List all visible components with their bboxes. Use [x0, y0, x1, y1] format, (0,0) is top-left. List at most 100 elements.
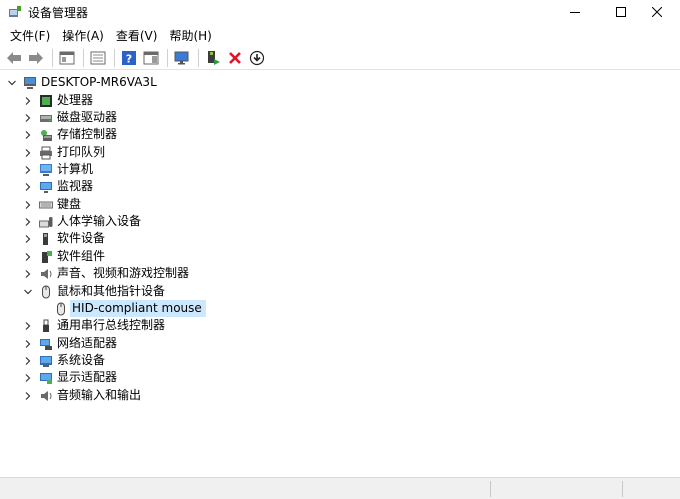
tree-category[interactable]: 软件设备: [22, 230, 105, 247]
minimize-button[interactable]: [552, 0, 598, 24]
category-label: 鼠标和其他指针设备: [57, 284, 166, 298]
category-label: 音频输入和输出: [57, 388, 142, 402]
processor-icon: [39, 94, 53, 108]
toolbar-separator: [198, 48, 199, 67]
mouse-icon: [54, 302, 68, 316]
tree-category[interactable]: 声音、视频和游戏控制器: [22, 265, 189, 282]
system-device-icon: [39, 354, 53, 368]
printer-icon: [39, 146, 53, 160]
software-device-icon: [39, 232, 53, 246]
window-title: 设备管理器: [28, 6, 89, 20]
category-label: 磁盘驱动器: [57, 110, 118, 124]
tree-category[interactable]: 软件组件: [22, 248, 105, 265]
status-bar: [0, 477, 680, 499]
properties-panel-icon[interactable]: [57, 48, 77, 68]
chevron-right-icon[interactable]: [22, 251, 34, 263]
chevron-right-icon[interactable]: [22, 129, 34, 141]
disk-drive-icon: [39, 111, 53, 125]
category-label: 键盘: [57, 197, 82, 211]
chevron-right-icon[interactable]: [22, 320, 34, 332]
category-label: 系统设备: [57, 353, 106, 367]
tree-category[interactable]: 打印队列: [22, 144, 105, 161]
chevron-down-icon[interactable]: [6, 77, 18, 89]
computer-name: DESKTOP-MR6VA3L: [41, 75, 157, 89]
tree-category[interactable]: 计算机: [22, 161, 93, 178]
toolbar-separator: [167, 48, 168, 67]
tree-category-expanded[interactable]: 鼠标和其他指针设备: [22, 283, 165, 300]
category-label: 监视器: [57, 179, 94, 193]
chevron-right-icon[interactable]: [22, 216, 34, 228]
scan-hardware-icon[interactable]: [172, 48, 192, 68]
tree-category[interactable]: 系统设备: [22, 352, 105, 369]
close-button[interactable]: [634, 0, 680, 24]
tree-category[interactable]: 网络适配器: [22, 335, 117, 352]
chevron-right-icon[interactable]: [22, 233, 34, 245]
tree-root[interactable]: DESKTOP-MR6VA3L: [6, 74, 157, 91]
computer-icon: [39, 163, 53, 177]
status-divider: [490, 481, 491, 497]
category-label: 计算机: [57, 162, 94, 176]
chevron-right-icon[interactable]: [22, 147, 34, 159]
category-label: 存储控制器: [57, 127, 118, 141]
forward-arrow-icon[interactable]: [26, 48, 46, 68]
storage-controller-icon: [39, 128, 53, 142]
back-arrow-icon[interactable]: [4, 48, 24, 68]
category-label: 软件设备: [57, 231, 106, 245]
device-tree[interactable]: DESKTOP-MR6VA3L 处理器 磁盘驱动器 存储控制器 打印队列 计算机…: [0, 71, 680, 475]
chevron-right-icon[interactable]: [22, 338, 34, 350]
chevron-right-icon[interactable]: [22, 355, 34, 367]
chevron-right-icon[interactable]: [22, 199, 34, 211]
category-label: 网络适配器: [57, 336, 118, 350]
tree-category[interactable]: 监视器: [22, 178, 93, 195]
display-adapter-icon: [39, 371, 53, 385]
tree-category[interactable]: 键盘: [22, 196, 81, 213]
menu-help[interactable]: 帮助(H): [163, 26, 217, 46]
keyboard-icon: [39, 198, 53, 212]
toolbar-separator: [114, 48, 115, 67]
menu-file[interactable]: 文件(F): [4, 26, 56, 46]
monitor-icon: [39, 180, 53, 194]
category-label: 声音、视频和游戏控制器: [57, 266, 190, 280]
toolbar: ?: [0, 46, 680, 70]
mouse-icon: [39, 285, 53, 299]
category-label: 打印队列: [57, 145, 106, 159]
chevron-right-icon[interactable]: [22, 390, 34, 402]
update-driver-icon[interactable]: [203, 48, 223, 68]
network-adapter-icon: [39, 337, 53, 351]
chevron-right-icon[interactable]: [22, 372, 34, 384]
uninstall-device-icon[interactable]: [225, 48, 245, 68]
help-icon[interactable]: ?: [119, 48, 139, 68]
chevron-right-icon[interactable]: [22, 112, 34, 124]
tree-category[interactable]: 磁盘驱动器: [22, 109, 117, 126]
category-label: 处理器: [57, 93, 94, 107]
tree-category[interactable]: 处理器: [22, 92, 93, 109]
chevron-right-icon[interactable]: [22, 268, 34, 280]
action-pane-icon[interactable]: [141, 48, 161, 68]
svg-text:?: ?: [126, 52, 132, 65]
download-driver-icon[interactable]: [247, 48, 267, 68]
chevron-down-icon[interactable]: [22, 286, 34, 298]
device-manager-icon: [8, 5, 22, 19]
tree-category[interactable]: 音频输入和输出: [22, 387, 141, 404]
console-tree-icon[interactable]: [88, 48, 108, 68]
category-label: 通用串行总线控制器: [57, 318, 166, 332]
tree-category[interactable]: 通用串行总线控制器: [22, 317, 165, 334]
menu-action[interactable]: 操作(A): [56, 26, 110, 46]
audio-icon: [39, 267, 53, 281]
toolbar-separator: [83, 48, 84, 67]
category-label: 软件组件: [57, 249, 106, 263]
tree-category[interactable]: 显示适配器: [22, 369, 117, 386]
chevron-right-icon[interactable]: [22, 181, 34, 193]
tree-device-selected[interactable]: HID-compliant mouse: [54, 300, 206, 317]
computer-icon: [23, 76, 37, 90]
chevron-right-icon[interactable]: [22, 95, 34, 107]
tree-category[interactable]: 人体学输入设备: [22, 213, 141, 230]
menu-view[interactable]: 查看(V): [110, 26, 164, 46]
category-label: 人体学输入设备: [57, 214, 142, 228]
chevron-right-icon[interactable]: [22, 164, 34, 176]
hid-icon: [39, 215, 53, 229]
device-label: HID-compliant mouse: [70, 300, 206, 317]
usb-icon: [39, 319, 53, 333]
tree-category[interactable]: 存储控制器: [22, 126, 117, 143]
software-component-icon: [39, 250, 53, 264]
